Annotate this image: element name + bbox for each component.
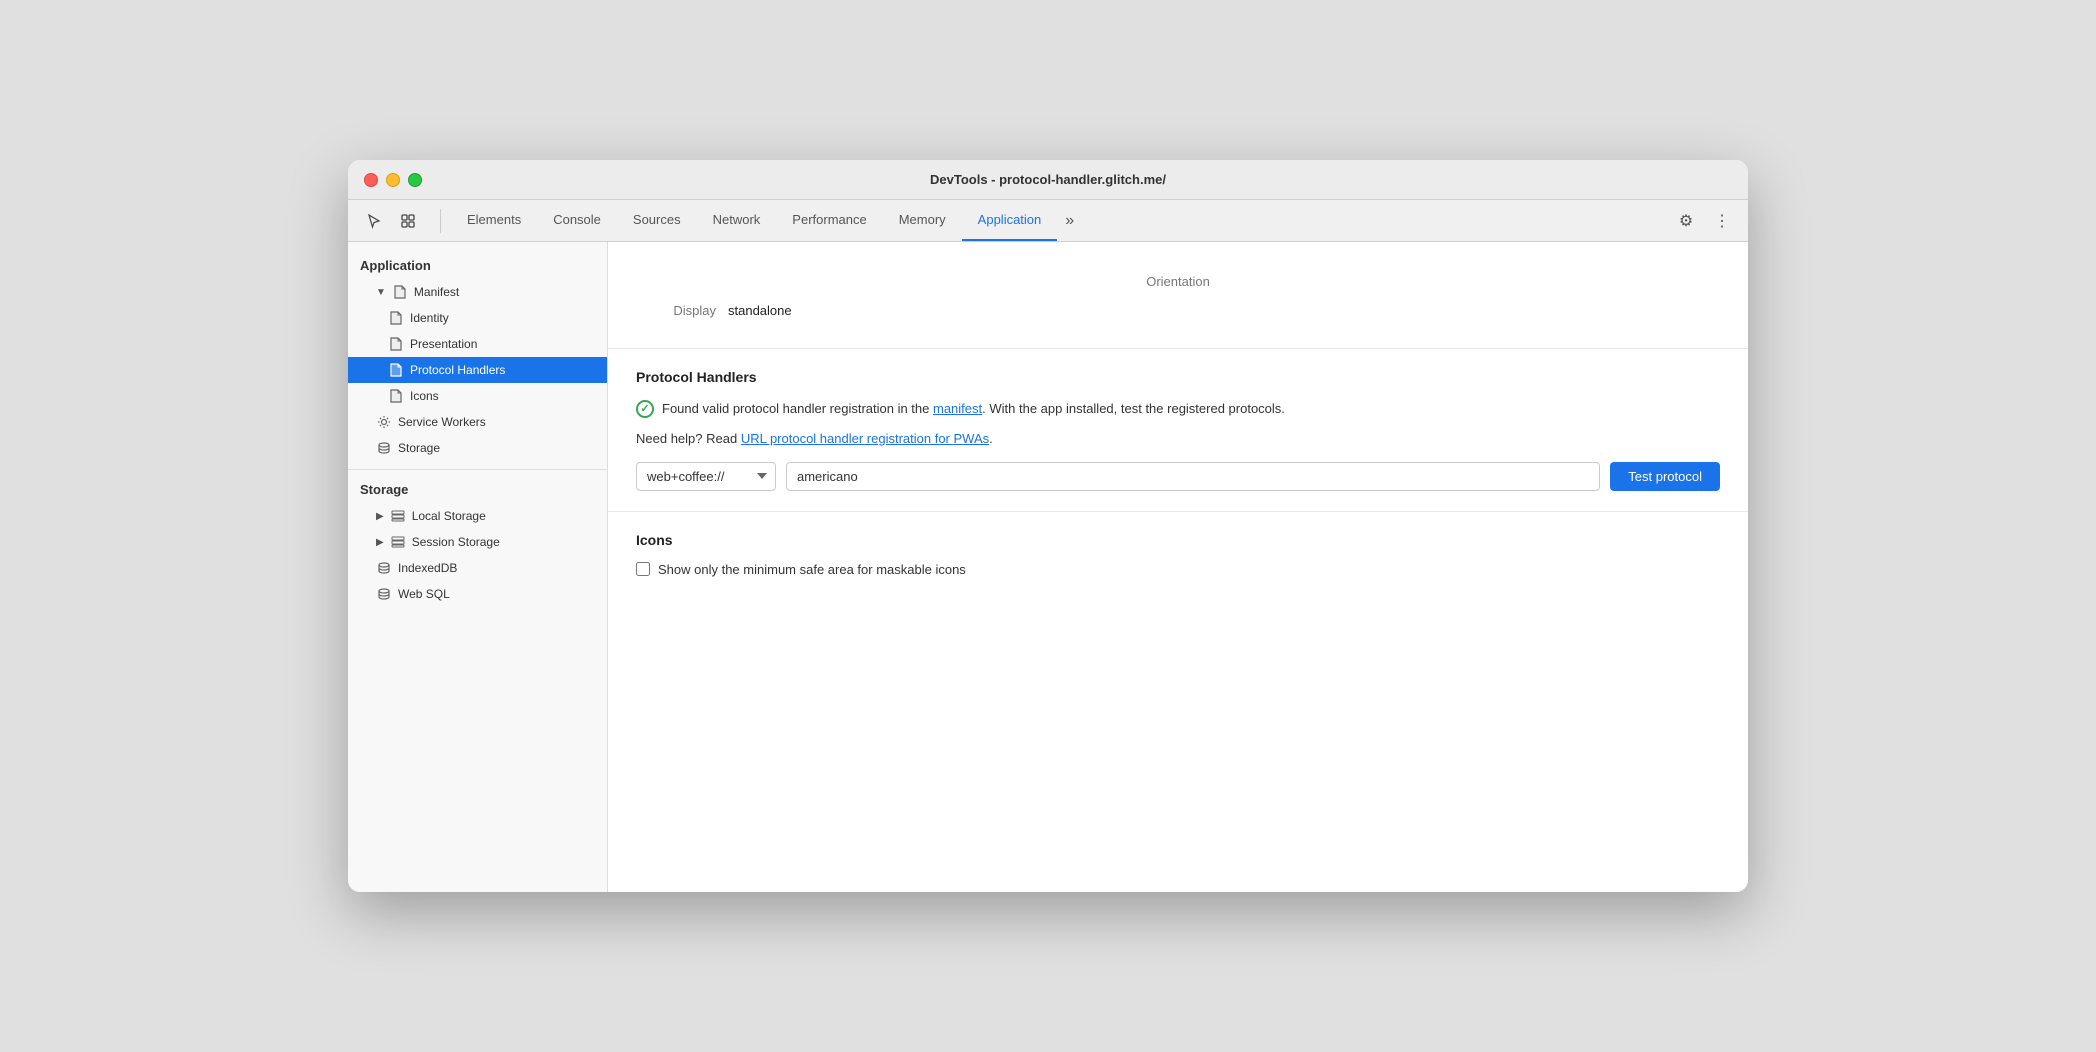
title-bar: DevTools - protocol-handler.glitch.me/ <box>348 160 1748 200</box>
protocol-status-row: Found valid protocol handler registratio… <box>636 399 1720 419</box>
sidebar-item-indexeddb[interactable]: IndexedDB <box>348 555 607 581</box>
display-row: Display standalone <box>636 293 1720 328</box>
toolbar-divider <box>440 209 441 233</box>
local-storage-icon <box>390 508 406 524</box>
settings-icon[interactable]: ⚙ <box>1672 207 1700 235</box>
cursor-icon[interactable] <box>360 207 388 235</box>
tab-overflow[interactable]: » <box>1057 212 1082 230</box>
gear-icon <box>376 414 392 430</box>
protocol-select[interactable]: web+coffee:// <box>636 462 776 491</box>
main-content: Application ▼ Manifest <box>348 242 1748 892</box>
sidebar-item-protocol-handlers[interactable]: Protocol Handlers <box>348 357 607 383</box>
sidebar-item-service-workers[interactable]: Service Workers <box>348 409 607 435</box>
help-text-part1: Need help? Read <box>636 431 741 446</box>
manifest-link[interactable]: manifest <box>933 401 982 416</box>
sidebar-item-identity[interactable]: Identity <box>348 305 607 331</box>
tab-memory[interactable]: Memory <box>883 200 962 241</box>
status-text-part2: . With the app installed, test the regis… <box>982 401 1285 416</box>
orientation-label: Orientation <box>636 262 1720 293</box>
panel: Orientation Display standalone Protocol … <box>608 242 1748 892</box>
session-storage-icon <box>390 534 406 550</box>
storage-app-icon <box>376 440 392 456</box>
sidebar-item-web-sql[interactable]: Web SQL <box>348 581 607 607</box>
pwa-link[interactable]: URL protocol handler registration for PW… <box>741 431 989 446</box>
sidebar-item-storage-app[interactable]: Storage <box>348 435 607 461</box>
indexeddb-icon <box>376 560 392 576</box>
manifest-file-icon <box>392 284 408 300</box>
more-icon[interactable]: ⋮ <box>1708 207 1736 235</box>
toolbar: Elements Console Sources Network Perform… <box>348 200 1748 242</box>
maskable-icons-row: Show only the minimum safe area for mask… <box>636 562 1720 577</box>
protocol-handlers-label: Protocol Handlers <box>410 363 505 377</box>
status-text-part1: Found valid protocol handler registratio… <box>662 401 933 416</box>
display-section: Orientation Display standalone <box>608 242 1748 349</box>
display-value: standalone <box>728 303 792 318</box>
tab-bar: Elements Console Sources Network Perform… <box>451 200 1668 241</box>
test-protocol-button[interactable]: Test protocol <box>1610 462 1720 491</box>
tab-sources[interactable]: Sources <box>617 200 697 241</box>
devtools-window: DevTools - protocol-handler.glitch.me/ E… <box>348 160 1748 892</box>
icons-title: Icons <box>636 532 1720 548</box>
display-label: Display <box>636 303 716 318</box>
storage-app-label: Storage <box>398 441 440 455</box>
sidebar-item-presentation[interactable]: Presentation <box>348 331 607 357</box>
sidebar-storage-title: Storage <box>348 478 607 503</box>
tab-elements[interactable]: Elements <box>451 200 537 241</box>
protocol-file-icon <box>388 362 404 378</box>
indexeddb-label: IndexedDB <box>398 561 457 575</box>
web-sql-label: Web SQL <box>398 587 450 601</box>
toolbar-right: ⚙ ⋮ <box>1672 207 1736 235</box>
sidebar-separator <box>348 469 607 470</box>
close-button[interactable] <box>364 173 378 187</box>
sidebar-item-icons[interactable]: Icons <box>348 383 607 409</box>
minimize-button[interactable] <box>386 173 400 187</box>
toolbar-icons <box>360 207 422 235</box>
protocol-handlers-title: Protocol Handlers <box>636 369 1720 385</box>
identity-file-icon <box>388 310 404 326</box>
arrow-icon: ▼ <box>376 287 386 298</box>
local-storage-arrow: ▶ <box>376 511 384 522</box>
local-storage-label: Local Storage <box>412 509 486 523</box>
service-workers-label: Service Workers <box>398 415 486 429</box>
sidebar: Application ▼ Manifest <box>348 242 608 892</box>
maximize-button[interactable] <box>408 173 422 187</box>
protocol-input[interactable] <box>786 462 1600 491</box>
session-storage-label: Session Storage <box>412 535 500 549</box>
manifest-label: Manifest <box>414 285 459 299</box>
protocol-row: web+coffee:// Test protocol <box>636 462 1720 491</box>
sidebar-item-session-storage[interactable]: ▶ Session Storage <box>348 529 607 555</box>
check-circle-icon <box>636 400 654 418</box>
identity-label: Identity <box>410 311 449 325</box>
protocol-handlers-section: Protocol Handlers Found valid protocol h… <box>608 349 1748 512</box>
presentation-label: Presentation <box>410 337 477 351</box>
tab-performance[interactable]: Performance <box>776 200 882 241</box>
icons-section: Icons Show only the minimum safe area fo… <box>608 512 1748 597</box>
status-text: Found valid protocol handler registratio… <box>662 399 1720 419</box>
icons-file-icon <box>388 388 404 404</box>
traffic-lights <box>364 173 422 187</box>
window-title: DevTools - protocol-handler.glitch.me/ <box>930 172 1166 187</box>
tab-network[interactable]: Network <box>697 200 777 241</box>
icons-label: Icons <box>410 389 439 403</box>
session-storage-arrow: ▶ <box>376 537 384 548</box>
tab-application[interactable]: Application <box>962 200 1058 241</box>
tab-console[interactable]: Console <box>537 200 617 241</box>
maskable-icons-label: Show only the minimum safe area for mask… <box>658 562 966 577</box>
inspect-icon[interactable] <box>394 207 422 235</box>
sidebar-application-title: Application <box>348 254 607 279</box>
presentation-file-icon <box>388 336 404 352</box>
maskable-icons-checkbox[interactable] <box>636 562 650 576</box>
help-text: Need help? Read URL protocol handler reg… <box>636 431 1720 446</box>
help-text-part2: . <box>989 431 993 446</box>
web-sql-icon <box>376 586 392 602</box>
sidebar-item-local-storage[interactable]: ▶ Local Storage <box>348 503 607 529</box>
sidebar-item-manifest[interactable]: ▼ Manifest <box>348 279 607 305</box>
